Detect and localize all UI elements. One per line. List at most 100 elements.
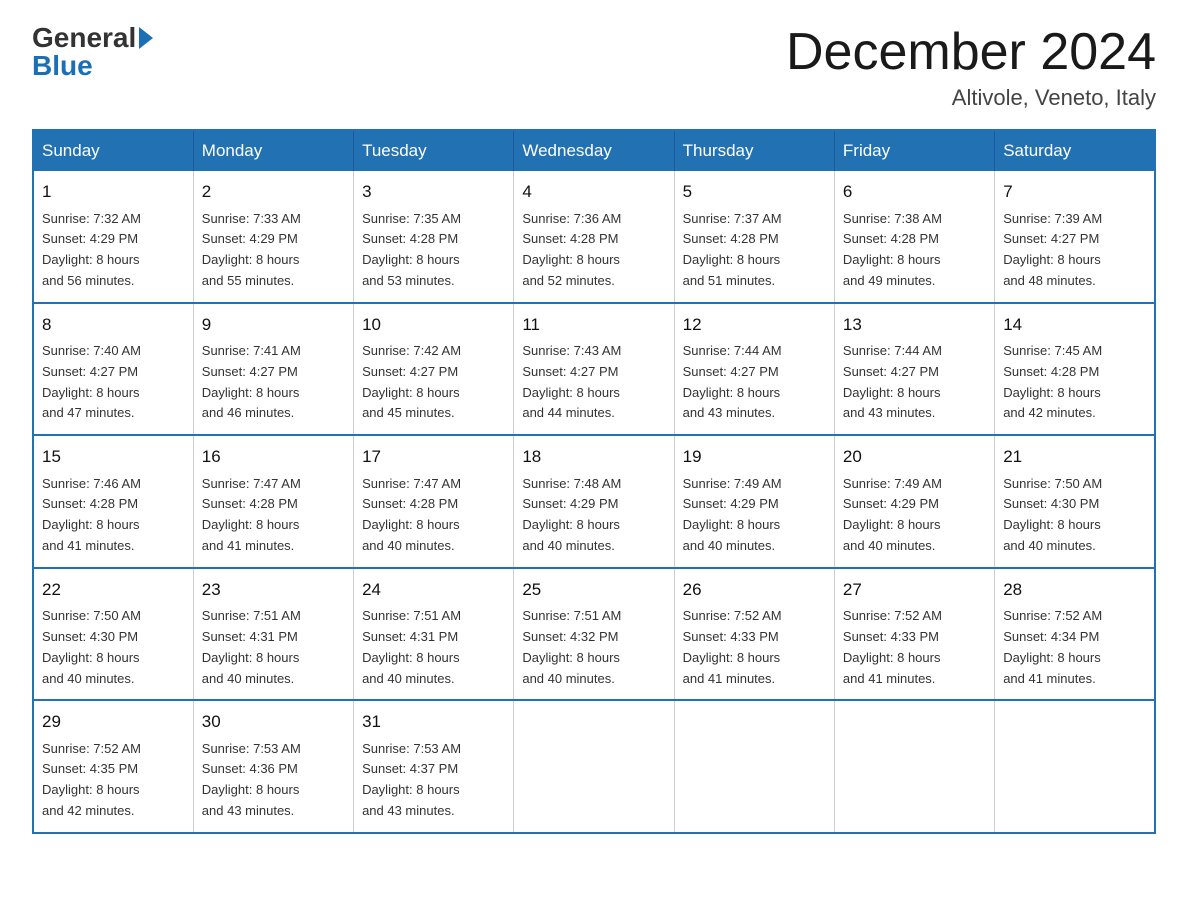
day-number: 22 — [42, 577, 185, 603]
calendar-week-row: 15 Sunrise: 7:46 AMSunset: 4:28 PMDayligh… — [33, 435, 1155, 568]
calendar-cell: 26 Sunrise: 7:52 AMSunset: 4:33 PMDayligh… — [674, 568, 834, 701]
day-info: Sunrise: 7:44 AMSunset: 4:27 PMDaylight:… — [683, 341, 826, 424]
day-info: Sunrise: 7:35 AMSunset: 4:28 PMDaylight:… — [362, 209, 505, 292]
calendar-cell: 20 Sunrise: 7:49 AMSunset: 4:29 PMDayligh… — [834, 435, 994, 568]
day-number: 26 — [683, 577, 826, 603]
calendar-cell: 27Sunrise: 7:52 AMSunset: 4:33 PMDayligh… — [834, 568, 994, 701]
calendar-cell: 18Sunrise: 7:48 AMSunset: 4:29 PMDayligh… — [514, 435, 674, 568]
day-info: Sunrise: 7:52 AMSunset: 4:35 PMDaylight:… — [42, 739, 185, 822]
logo-arrow-icon — [139, 27, 153, 49]
calendar-table: Sunday Monday Tuesday Wednesday Thursday… — [32, 129, 1156, 834]
calendar-cell: 6Sunrise: 7:38 AMSunset: 4:28 PMDaylight… — [834, 171, 994, 303]
day-info: Sunrise: 7:40 AMSunset: 4:27 PMDaylight:… — [42, 341, 185, 424]
logo: General Blue — [32, 24, 153, 80]
day-number: 14 — [1003, 312, 1146, 338]
calendar-cell: 7 Sunrise: 7:39 AMSunset: 4:27 PMDaylight… — [995, 171, 1155, 303]
day-number: 8 — [42, 312, 185, 338]
calendar-cell: 25 Sunrise: 7:51 AMSunset: 4:32 PMDayligh… — [514, 568, 674, 701]
calendar-cell: 3 Sunrise: 7:35 AMSunset: 4:28 PMDaylight… — [354, 171, 514, 303]
calendar-cell: 5 Sunrise: 7:37 AMSunset: 4:28 PMDaylight… — [674, 171, 834, 303]
calendar-week-row: 22 Sunrise: 7:50 AMSunset: 4:30 PMDayligh… — [33, 568, 1155, 701]
day-info: Sunrise: 7:37 AMSunset: 4:28 PMDaylight:… — [683, 209, 826, 292]
day-number: 9 — [202, 312, 345, 338]
day-number: 21 — [1003, 444, 1146, 470]
day-info: Sunrise: 7:53 AMSunset: 4:37 PMDaylight:… — [362, 739, 505, 822]
day-info: Sunrise: 7:52 AMSunset: 4:33 PMDaylight:… — [683, 606, 826, 689]
day-number: 4 — [522, 179, 665, 205]
calendar-cell: 31 Sunrise: 7:53 AMSunset: 4:37 PMDayligh… — [354, 700, 514, 833]
day-number: 12 — [683, 312, 826, 338]
day-info: Sunrise: 7:51 AMSunset: 4:32 PMDaylight:… — [522, 606, 665, 689]
day-info: Sunrise: 7:45 AMSunset: 4:28 PMDaylight:… — [1003, 341, 1146, 424]
header-saturday: Saturday — [995, 130, 1155, 171]
day-info: Sunrise: 7:47 AMSunset: 4:28 PMDaylight:… — [202, 474, 345, 557]
calendar-cell: 28Sunrise: 7:52 AMSunset: 4:34 PMDayligh… — [995, 568, 1155, 701]
day-number: 13 — [843, 312, 986, 338]
header-thursday: Thursday — [674, 130, 834, 171]
day-number: 30 — [202, 709, 345, 735]
day-info: Sunrise: 7:32 AMSunset: 4:29 PMDaylight:… — [42, 209, 185, 292]
page-header: General Blue December 2024 Altivole, Ven… — [32, 24, 1156, 111]
calendar-cell — [995, 700, 1155, 833]
calendar-cell: 10Sunrise: 7:42 AMSunset: 4:27 PMDayligh… — [354, 303, 514, 436]
day-number: 24 — [362, 577, 505, 603]
calendar-cell — [514, 700, 674, 833]
calendar-cell: 1 Sunrise: 7:32 AMSunset: 4:29 PMDaylight… — [33, 171, 193, 303]
day-number: 10 — [362, 312, 505, 338]
logo-blue: Blue — [32, 52, 93, 80]
calendar-cell: 8 Sunrise: 7:40 AMSunset: 4:27 PMDaylight… — [33, 303, 193, 436]
calendar-cell: 23Sunrise: 7:51 AMSunset: 4:31 PMDayligh… — [193, 568, 353, 701]
calendar-cell: 12 Sunrise: 7:44 AMSunset: 4:27 PMDayligh… — [674, 303, 834, 436]
day-info: Sunrise: 7:41 AMSunset: 4:27 PMDaylight:… — [202, 341, 345, 424]
day-info: Sunrise: 7:43 AMSunset: 4:27 PMDaylight:… — [522, 341, 665, 424]
day-info: Sunrise: 7:51 AMSunset: 4:31 PMDaylight:… — [362, 606, 505, 689]
day-info: Sunrise: 7:49 AMSunset: 4:29 PMDaylight:… — [683, 474, 826, 557]
day-info: Sunrise: 7:47 AMSunset: 4:28 PMDaylight:… — [362, 474, 505, 557]
calendar-cell: 4 Sunrise: 7:36 AMSunset: 4:28 PMDaylight… — [514, 171, 674, 303]
calendar-cell: 11Sunrise: 7:43 AMSunset: 4:27 PMDayligh… — [514, 303, 674, 436]
day-info: Sunrise: 7:44 AMSunset: 4:27 PMDaylight:… — [843, 341, 986, 424]
day-info: Sunrise: 7:36 AMSunset: 4:28 PMDaylight:… — [522, 209, 665, 292]
calendar-cell: 14 Sunrise: 7:45 AMSunset: 4:28 PMDayligh… — [995, 303, 1155, 436]
calendar-week-row: 1 Sunrise: 7:32 AMSunset: 4:29 PMDaylight… — [33, 171, 1155, 303]
day-number: 17 — [362, 444, 505, 470]
day-number: 20 — [843, 444, 986, 470]
calendar-cell: 30 Sunrise: 7:53 AMSunset: 4:36 PMDayligh… — [193, 700, 353, 833]
day-number: 25 — [522, 577, 665, 603]
day-info: Sunrise: 7:46 AMSunset: 4:28 PMDaylight:… — [42, 474, 185, 557]
calendar-cell: 17 Sunrise: 7:47 AMSunset: 4:28 PMDayligh… — [354, 435, 514, 568]
day-info: Sunrise: 7:50 AMSunset: 4:30 PMDaylight:… — [1003, 474, 1146, 557]
day-info: Sunrise: 7:50 AMSunset: 4:30 PMDaylight:… — [42, 606, 185, 689]
calendar-cell: 15 Sunrise: 7:46 AMSunset: 4:28 PMDayligh… — [33, 435, 193, 568]
location: Altivole, Veneto, Italy — [786, 85, 1156, 111]
day-number: 31 — [362, 709, 505, 735]
day-info: Sunrise: 7:49 AMSunset: 4:29 PMDaylight:… — [843, 474, 986, 557]
day-number: 18 — [522, 444, 665, 470]
day-number: 15 — [42, 444, 185, 470]
day-number: 19 — [683, 444, 826, 470]
day-number: 27 — [843, 577, 986, 603]
day-number: 7 — [1003, 179, 1146, 205]
day-number: 1 — [42, 179, 185, 205]
day-number: 29 — [42, 709, 185, 735]
calendar-week-row: 8 Sunrise: 7:40 AMSunset: 4:27 PMDaylight… — [33, 303, 1155, 436]
day-info: Sunrise: 7:33 AMSunset: 4:29 PMDaylight:… — [202, 209, 345, 292]
day-number: 3 — [362, 179, 505, 205]
calendar-cell: 24 Sunrise: 7:51 AMSunset: 4:31 PMDayligh… — [354, 568, 514, 701]
calendar-cell: 22 Sunrise: 7:50 AMSunset: 4:30 PMDayligh… — [33, 568, 193, 701]
calendar-cell — [834, 700, 994, 833]
calendar-header: Sunday Monday Tuesday Wednesday Thursday… — [33, 130, 1155, 171]
header-sunday: Sunday — [33, 130, 193, 171]
logo-general: General — [32, 24, 136, 52]
calendar-cell: 9 Sunrise: 7:41 AMSunset: 4:27 PMDaylight… — [193, 303, 353, 436]
day-info: Sunrise: 7:39 AMSunset: 4:27 PMDaylight:… — [1003, 209, 1146, 292]
header-monday: Monday — [193, 130, 353, 171]
day-info: Sunrise: 7:38 AMSunset: 4:28 PMDaylight:… — [843, 209, 986, 292]
header-tuesday: Tuesday — [354, 130, 514, 171]
day-info: Sunrise: 7:53 AMSunset: 4:36 PMDaylight:… — [202, 739, 345, 822]
day-number: 23 — [202, 577, 345, 603]
day-number: 5 — [683, 179, 826, 205]
calendar-cell: 19 Sunrise: 7:49 AMSunset: 4:29 PMDayligh… — [674, 435, 834, 568]
calendar-cell: 29 Sunrise: 7:52 AMSunset: 4:35 PMDayligh… — [33, 700, 193, 833]
header-row: Sunday Monday Tuesday Wednesday Thursday… — [33, 130, 1155, 171]
